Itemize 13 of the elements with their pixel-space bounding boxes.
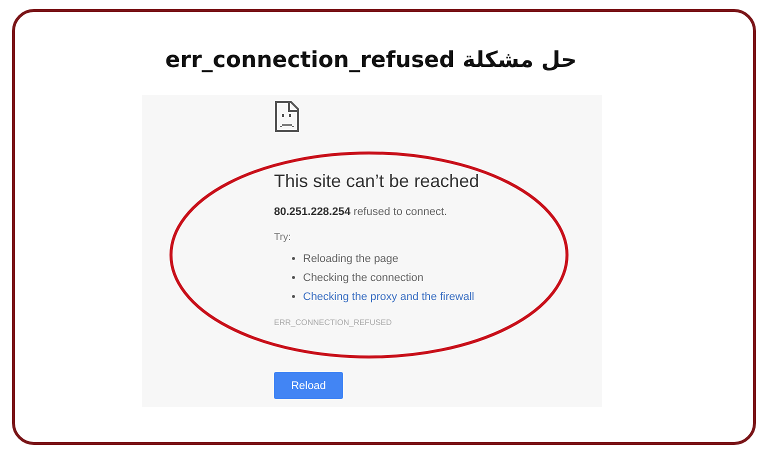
bullet-icon bbox=[292, 276, 295, 279]
suggestion-text: Reloading the page bbox=[303, 252, 398, 264]
bullet-icon bbox=[292, 257, 295, 260]
sad-page-icon bbox=[274, 100, 300, 133]
error-message: 80.251.228.254 refused to connect. bbox=[274, 206, 448, 218]
try-label: Try: bbox=[274, 232, 291, 243]
article-title: حل مشكلة err_connection_refused bbox=[165, 48, 577, 73]
reload-button[interactable]: Reload bbox=[274, 372, 343, 399]
suggestion-text: Checking the connection bbox=[303, 272, 424, 284]
error-code: ERR_CONNECTION_REFUSED bbox=[274, 318, 392, 327]
bullet-icon bbox=[292, 295, 295, 298]
error-heading: This site can’t be reached bbox=[274, 171, 480, 192]
suggestion-link[interactable]: Checking the proxy and the firewall bbox=[303, 290, 474, 302]
